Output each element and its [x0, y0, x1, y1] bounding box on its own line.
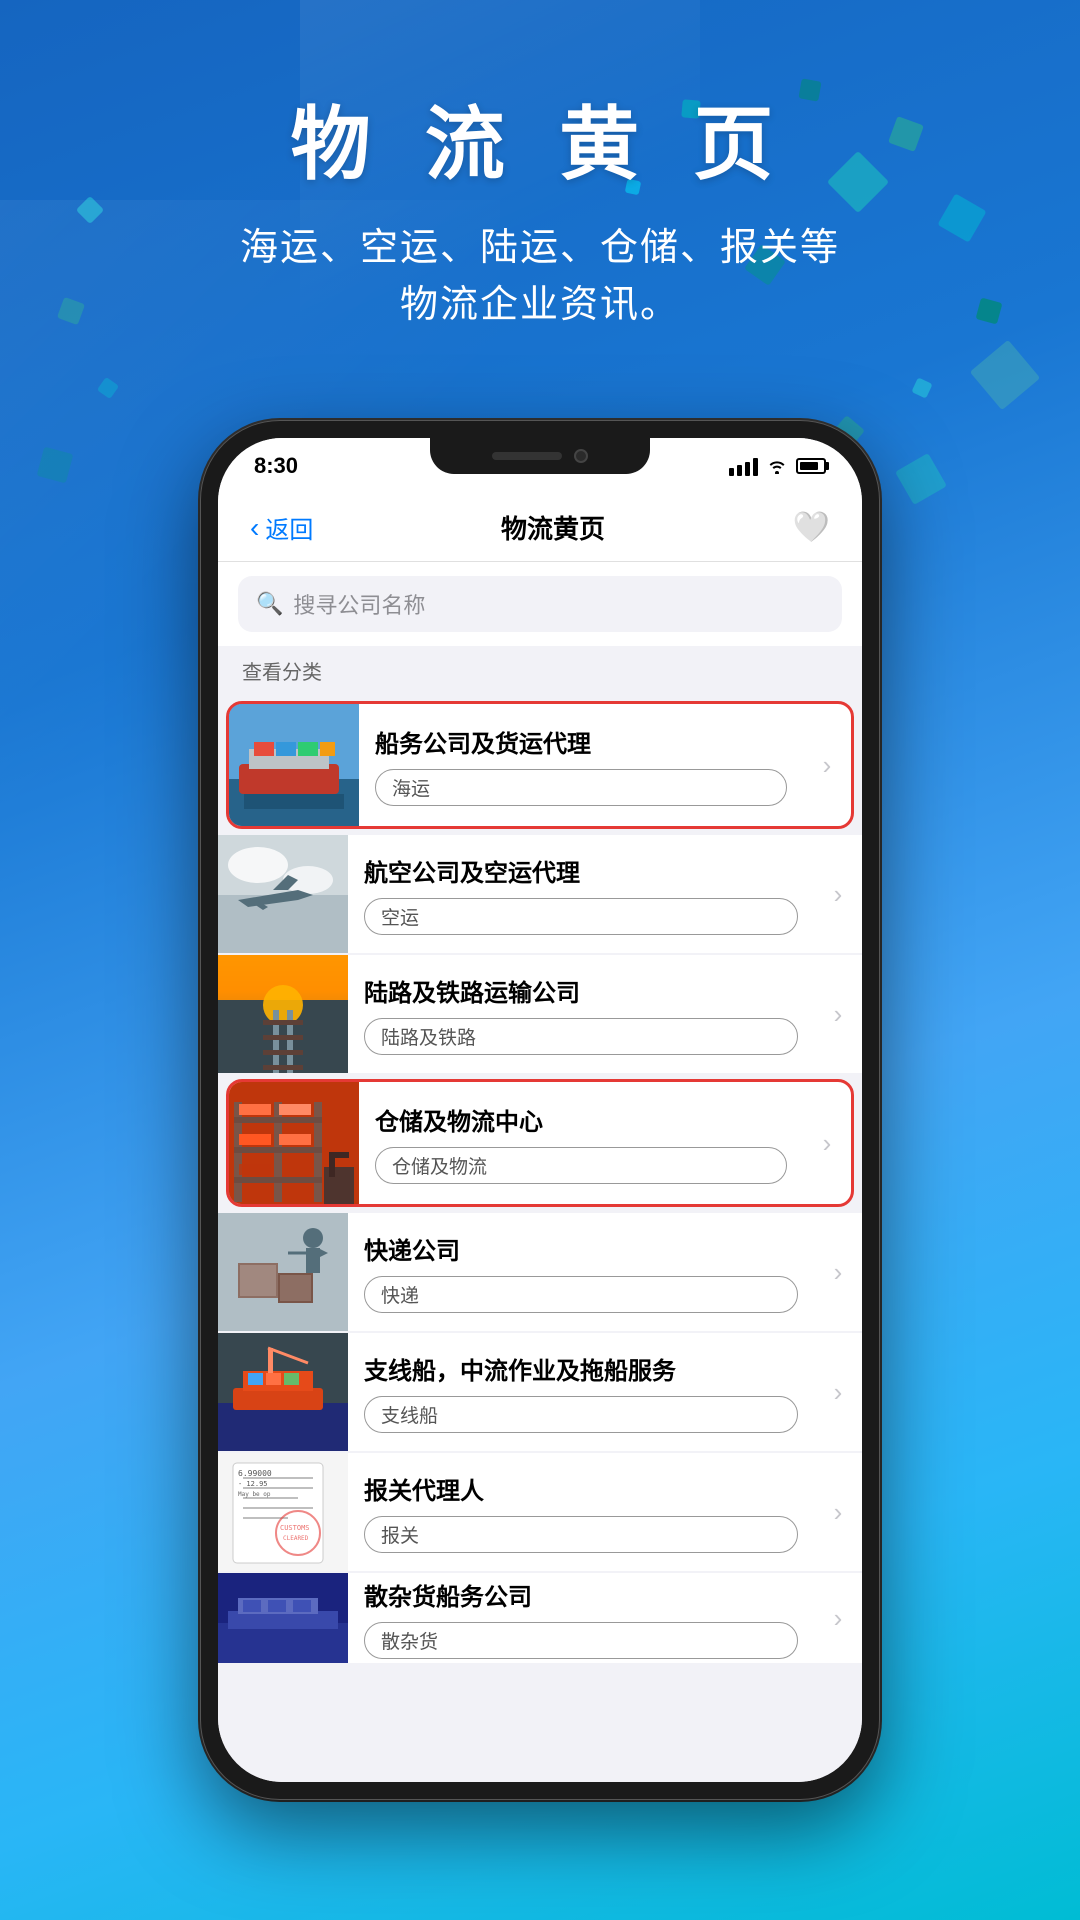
list-item-content: 快递公司 快递 [348, 1217, 814, 1327]
nav-bar: ‹ 返回 物流黄页 🤍 [218, 494, 862, 562]
list-item-content: 陆路及铁路运输公司 陆路及铁路 [348, 959, 814, 1069]
status-icons [729, 456, 826, 476]
list-item[interactable]: 仓储及物流中心 仓储及物流 › [226, 1079, 854, 1207]
back-label: 返回 [265, 510, 313, 545]
speaker [492, 452, 562, 460]
list-item-content: 报关代理人 报关 [348, 1457, 814, 1567]
search-icon: 🔍 [256, 591, 283, 617]
battery-icon [796, 458, 826, 474]
list-item-image-bulk [218, 1573, 348, 1663]
nav-title: 物流黄页 [501, 509, 605, 546]
list-item[interactable]: 航空公司及空运代理 空运 › [218, 835, 862, 953]
chevron-right-icon: › [814, 1603, 862, 1634]
chevron-right-icon: › [814, 999, 862, 1030]
list-item[interactable]: 支线船，中流作业及拖船服务 支线船 › [218, 1333, 862, 1451]
back-button[interactable]: ‹ 返回 [250, 510, 313, 545]
list-item-title: 仓储及物流中心 [375, 1102, 787, 1137]
list-item-title: 散杂货船务公司 [364, 1577, 798, 1612]
phone-frame: 8:30 [200, 420, 880, 1800]
list-item-tag: 海运 [375, 769, 787, 806]
list-item-title: 船务公司及货运代理 [375, 724, 787, 759]
chevron-right-icon: › [803, 750, 851, 781]
list-item-tag: 空运 [364, 898, 798, 935]
list-item-image-customs: CUSTOMS CLEARED 6.99000 - 12.95 May be o… [218, 1453, 348, 1571]
camera [574, 449, 588, 463]
list-item[interactable]: CUSTOMS CLEARED 6.99000 - 12.95 May be o… [218, 1453, 862, 1571]
search-bar: 🔍 搜寻公司名称 [218, 562, 862, 646]
list-item[interactable]: 船务公司及货运代理 海运 › [226, 701, 854, 829]
search-input[interactable]: 🔍 搜寻公司名称 [238, 576, 842, 632]
page-subtitle: 海运、空运、陆运、仓储、报关等 物流企业资讯。 [0, 220, 1080, 334]
list-item-image-courier [218, 1213, 348, 1331]
list-item-content: 散杂货船务公司 散杂货 [348, 1563, 814, 1673]
chevron-right-icon: › [814, 1497, 862, 1528]
list-item-image-ship [229, 704, 359, 826]
list-item-content: 支线船，中流作业及拖船服务 支线船 [348, 1337, 814, 1447]
svg-text:CUSTOMS: CUSTOMS [280, 1524, 310, 1532]
category-label: 查看分类 [218, 646, 862, 695]
list-item-content: 仓储及物流中心 仓储及物流 [359, 1088, 803, 1198]
list-item-title: 报关代理人 [364, 1471, 798, 1506]
phone-notch [430, 438, 650, 474]
list-item-content: 航空公司及空运代理 空运 [348, 839, 814, 949]
list-item-image-railway [218, 955, 348, 1073]
svg-text:CLEARED: CLEARED [283, 1535, 309, 1542]
list-item-title: 支线船，中流作业及拖船服务 [364, 1351, 798, 1386]
list-item-title: 陆路及铁路运输公司 [364, 973, 798, 1008]
favorite-button[interactable]: 🤍 [793, 510, 830, 545]
list-item[interactable]: 陆路及铁路运输公司 陆路及铁路 › [218, 955, 862, 1073]
phone-screen: 8:30 [218, 438, 862, 1782]
chevron-right-icon: › [814, 1377, 862, 1408]
list-item-tag: 支线船 [364, 1396, 798, 1433]
list-item-title: 快递公司 [364, 1231, 798, 1266]
chevron-right-icon: › [814, 1257, 862, 1288]
list-item-content: 船务公司及货运代理 海运 [359, 710, 803, 820]
list-item-tag: 仓储及物流 [375, 1147, 787, 1184]
svg-text:6.99000: 6.99000 [238, 1469, 272, 1478]
list-item[interactable]: 散杂货船务公司 散杂货 › [218, 1573, 862, 1663]
page-title: 物 流 黄 页 [0, 80, 1080, 196]
wifi-icon [766, 458, 788, 474]
header-area: 物 流 黄 页 海运、空运、陆运、仓储、报关等 物流企业资讯。 [0, 80, 1080, 334]
list-item-image-plane [218, 835, 348, 953]
chevron-right-icon: › [803, 1128, 851, 1159]
svg-text:- 12.95: - 12.95 [238, 1480, 268, 1488]
status-time: 8:30 [254, 453, 298, 479]
signal-icon [729, 456, 758, 476]
back-chevron-icon: ‹ [250, 512, 259, 544]
list-item-title: 航空公司及空运代理 [364, 853, 798, 888]
list-item-tag: 陆路及铁路 [364, 1018, 798, 1055]
list-item-tag: 散杂货 [364, 1622, 798, 1659]
list-item-image-warehouse [229, 1082, 359, 1204]
search-placeholder: 搜寻公司名称 [293, 588, 425, 620]
svg-text:May be op: May be op [238, 1491, 271, 1498]
chevron-right-icon: › [814, 879, 862, 910]
list-item-tag: 报关 [364, 1516, 798, 1553]
list-item[interactable]: 快递公司 快递 › [218, 1213, 862, 1331]
list-item-tag: 快递 [364, 1276, 798, 1313]
list-item-image-vessel [218, 1333, 348, 1451]
list-content: 船务公司及货运代理 海运 › [218, 695, 862, 1782]
phone-mockup: 8:30 [200, 420, 880, 1800]
